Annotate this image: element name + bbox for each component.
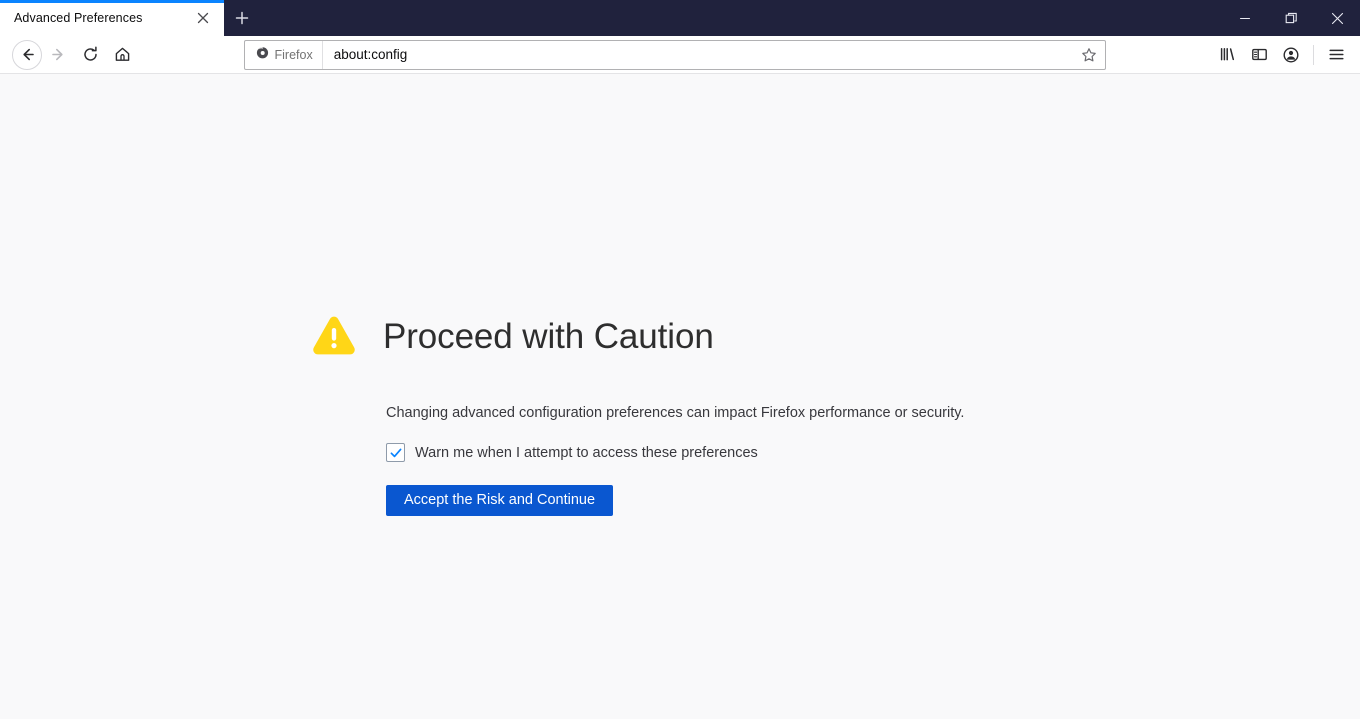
- tab-strip: Advanced Preferences: [0, 0, 260, 36]
- toolbar-right-actions: [1211, 40, 1352, 70]
- page-title: Proceed with Caution: [383, 317, 714, 357]
- warn-me-checkbox-label: Warn me when I attempt to access these p…: [415, 444, 758, 461]
- toolbar-separator: [1313, 44, 1314, 65]
- sidebar-icon[interactable]: [1243, 40, 1275, 70]
- identity-label: Firefox: [274, 47, 313, 62]
- address-bar[interactable]: Firefox about:config: [243, 39, 1106, 70]
- warning-header: Proceed with Caution: [310, 296, 1070, 378]
- firefox-logo-icon: [255, 45, 270, 65]
- warn-me-checkbox[interactable]: [386, 443, 405, 463]
- library-icon[interactable]: [1211, 40, 1243, 70]
- reload-button[interactable]: [74, 40, 106, 70]
- browser-tab-advanced-preferences[interactable]: Advanced Preferences: [0, 0, 224, 36]
- about-config-warning: Proceed with Caution Changing advanced c…: [310, 296, 1070, 517]
- close-button[interactable]: [1314, 0, 1360, 36]
- warn-me-checkbox-row[interactable]: Warn me when I attempt to access these p…: [386, 443, 1070, 463]
- page-content: Proceed with Caution Changing advanced c…: [0, 74, 1360, 719]
- navigation-toolbar: Firefox about:config: [0, 36, 1360, 74]
- home-button[interactable]: [106, 40, 138, 70]
- accept-risk-button[interactable]: Accept the Risk and Continue: [386, 485, 614, 517]
- tab-title: Advanced Preferences: [14, 11, 143, 25]
- new-tab-button[interactable]: [224, 0, 260, 36]
- forward-button: [42, 40, 74, 70]
- hamburger-menu-icon[interactable]: [1320, 40, 1352, 70]
- urlbar-container: Firefox about:config: [138, 39, 1211, 70]
- minimize-button[interactable]: [1222, 0, 1268, 36]
- warning-body: Changing advanced configuration preferen…: [310, 404, 1070, 517]
- account-icon[interactable]: [1275, 40, 1307, 70]
- url-input[interactable]: about:config: [323, 47, 1074, 62]
- window-controls: [1222, 0, 1360, 36]
- maximize-button[interactable]: [1268, 0, 1314, 36]
- title-bar: Advanced Preferences: [0, 0, 1360, 36]
- warning-triangle-icon: [310, 313, 358, 361]
- back-button[interactable]: [12, 39, 42, 70]
- site-identity-box[interactable]: Firefox: [245, 40, 323, 69]
- warning-description: Changing advanced configuration preferen…: [386, 404, 965, 421]
- bookmark-star-icon[interactable]: [1074, 41, 1104, 69]
- tab-close-icon[interactable]: [192, 7, 214, 29]
